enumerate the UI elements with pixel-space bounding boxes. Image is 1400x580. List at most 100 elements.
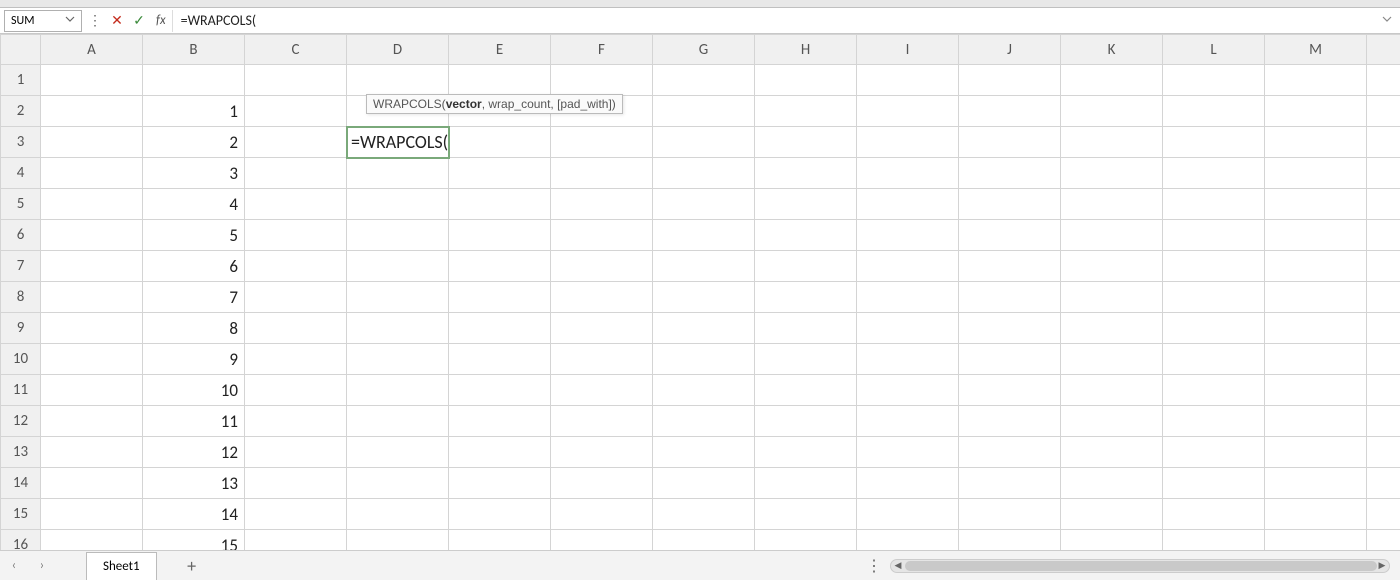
cell-C6[interactable] bbox=[245, 220, 347, 251]
cell-C7[interactable] bbox=[245, 251, 347, 282]
cell-F11[interactable] bbox=[551, 375, 653, 406]
scroll-left-icon[interactable]: ◀ bbox=[891, 560, 905, 571]
cell-I5[interactable] bbox=[857, 189, 959, 220]
cell-J12[interactable] bbox=[959, 406, 1061, 437]
cell-E7[interactable] bbox=[449, 251, 551, 282]
sheet-nav-next[interactable]: › bbox=[28, 558, 56, 573]
col-header-H[interactable]: H bbox=[755, 35, 857, 65]
cell-F10[interactable] bbox=[551, 344, 653, 375]
col-header-A[interactable]: A bbox=[41, 35, 143, 65]
cell-E11[interactable] bbox=[449, 375, 551, 406]
cell-C10[interactable] bbox=[245, 344, 347, 375]
cell-M16[interactable] bbox=[1265, 530, 1367, 551]
cell-H11[interactable] bbox=[755, 375, 857, 406]
cell-M10[interactable] bbox=[1265, 344, 1367, 375]
cell-A2[interactable] bbox=[41, 96, 143, 127]
cell-C8[interactable] bbox=[245, 282, 347, 313]
row-header-10[interactable]: 10 bbox=[1, 344, 41, 375]
cell-B3[interactable]: 2 bbox=[143, 127, 245, 158]
cell-H13[interactable] bbox=[755, 437, 857, 468]
cell-L9[interactable] bbox=[1163, 313, 1265, 344]
cell-C13[interactable] bbox=[245, 437, 347, 468]
cell-D12[interactable] bbox=[347, 406, 449, 437]
col-header-G[interactable]: G bbox=[653, 35, 755, 65]
cell-J8[interactable] bbox=[959, 282, 1061, 313]
accept-formula-button[interactable]: ✓ bbox=[128, 12, 150, 29]
cell-M6[interactable] bbox=[1265, 220, 1367, 251]
sheet-tab-active[interactable]: Sheet1 bbox=[86, 552, 157, 580]
cell-E12[interactable] bbox=[449, 406, 551, 437]
formula-input[interactable] bbox=[177, 10, 1374, 32]
cell-I13[interactable] bbox=[857, 437, 959, 468]
cell-J10[interactable] bbox=[959, 344, 1061, 375]
col-header-E[interactable]: E bbox=[449, 35, 551, 65]
col-header-J[interactable]: J bbox=[959, 35, 1061, 65]
cell-H8[interactable] bbox=[755, 282, 857, 313]
cell-I14[interactable] bbox=[857, 468, 959, 499]
cell-A6[interactable] bbox=[41, 220, 143, 251]
cell-F1[interactable] bbox=[551, 65, 653, 96]
cell-D9[interactable] bbox=[347, 313, 449, 344]
cell-F5[interactable] bbox=[551, 189, 653, 220]
cell-A14[interactable] bbox=[41, 468, 143, 499]
cell-I15[interactable] bbox=[857, 499, 959, 530]
cell-J15[interactable] bbox=[959, 499, 1061, 530]
cell-F4[interactable] bbox=[551, 158, 653, 189]
cell-B1[interactable] bbox=[143, 65, 245, 96]
cell-L1[interactable] bbox=[1163, 65, 1265, 96]
cell-B14[interactable]: 13 bbox=[143, 468, 245, 499]
col-header-I[interactable]: I bbox=[857, 35, 959, 65]
cell-J6[interactable] bbox=[959, 220, 1061, 251]
cell-A3[interactable] bbox=[41, 127, 143, 158]
cell-G6[interactable] bbox=[653, 220, 755, 251]
cell-J2[interactable] bbox=[959, 96, 1061, 127]
cell-C3[interactable] bbox=[245, 127, 347, 158]
cell-G15[interactable] bbox=[653, 499, 755, 530]
cell-I1[interactable] bbox=[857, 65, 959, 96]
cell-M12[interactable] bbox=[1265, 406, 1367, 437]
cell-E4[interactable] bbox=[449, 158, 551, 189]
cell-M5[interactable] bbox=[1265, 189, 1367, 220]
cell-G3[interactable] bbox=[653, 127, 755, 158]
cell-F14[interactable] bbox=[551, 468, 653, 499]
cell-L4[interactable] bbox=[1163, 158, 1265, 189]
cell-F16[interactable] bbox=[551, 530, 653, 551]
cell-H4[interactable] bbox=[755, 158, 857, 189]
cell-D1[interactable] bbox=[347, 65, 449, 96]
cell-H9[interactable] bbox=[755, 313, 857, 344]
cell-B6[interactable]: 5 bbox=[143, 220, 245, 251]
cell-M7[interactable] bbox=[1265, 251, 1367, 282]
row-header-16[interactable]: 16 bbox=[1, 530, 41, 551]
cell-K3[interactable] bbox=[1061, 127, 1163, 158]
cell-H6[interactable] bbox=[755, 220, 857, 251]
cell-K15[interactable] bbox=[1061, 499, 1163, 530]
cell-I9[interactable] bbox=[857, 313, 959, 344]
cell-E16[interactable] bbox=[449, 530, 551, 551]
cell-G10[interactable] bbox=[653, 344, 755, 375]
cell-M11[interactable] bbox=[1265, 375, 1367, 406]
cell-M9[interactable] bbox=[1265, 313, 1367, 344]
col-header-L[interactable]: L bbox=[1163, 35, 1265, 65]
cell-B11[interactable]: 10 bbox=[143, 375, 245, 406]
cell-J16[interactable] bbox=[959, 530, 1061, 551]
cell-H2[interactable] bbox=[755, 96, 857, 127]
cell-L7[interactable] bbox=[1163, 251, 1265, 282]
cell-I7[interactable] bbox=[857, 251, 959, 282]
cell-A16[interactable] bbox=[41, 530, 143, 551]
cell-L8[interactable] bbox=[1163, 282, 1265, 313]
cell-K8[interactable] bbox=[1061, 282, 1163, 313]
row-header-6[interactable]: 6 bbox=[1, 220, 41, 251]
row-header-2[interactable]: 2 bbox=[1, 96, 41, 127]
cell-I8[interactable] bbox=[857, 282, 959, 313]
cell-A4[interactable] bbox=[41, 158, 143, 189]
cell-E14[interactable] bbox=[449, 468, 551, 499]
cell-L2[interactable] bbox=[1163, 96, 1265, 127]
kebab-icon[interactable]: ⋮ bbox=[84, 12, 106, 29]
cell-B15[interactable]: 14 bbox=[143, 499, 245, 530]
cell-F15[interactable] bbox=[551, 499, 653, 530]
cell-C9[interactable] bbox=[245, 313, 347, 344]
cell-D10[interactable] bbox=[347, 344, 449, 375]
cell-K11[interactable] bbox=[1061, 375, 1163, 406]
cell-B10[interactable]: 9 bbox=[143, 344, 245, 375]
cell-A12[interactable] bbox=[41, 406, 143, 437]
